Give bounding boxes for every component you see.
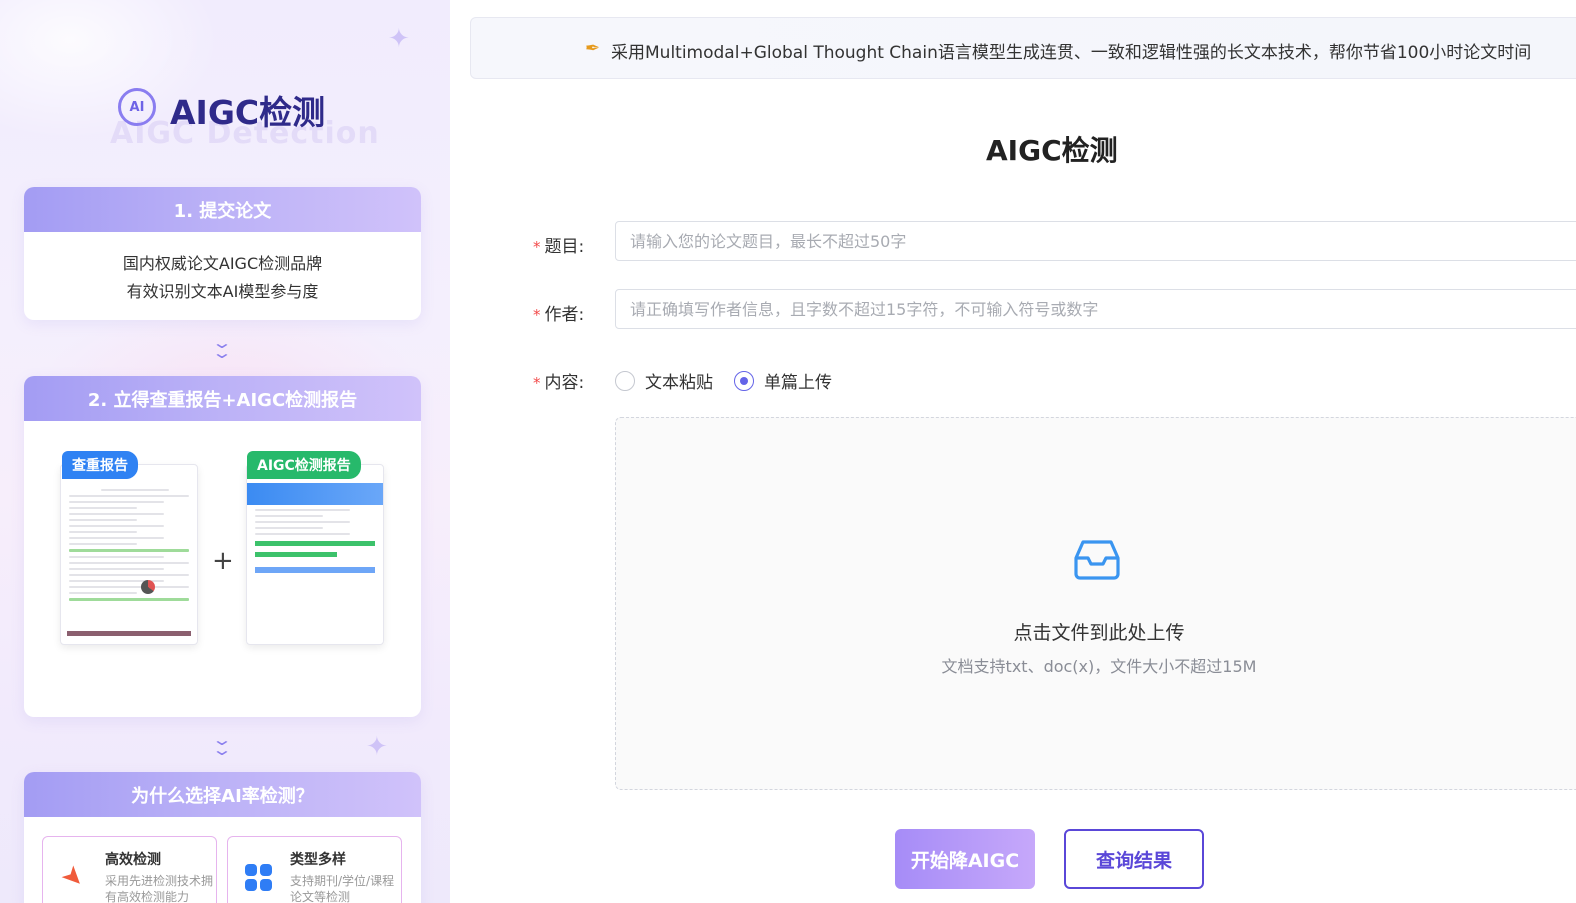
inbox-icon xyxy=(1074,540,1120,580)
step1-line2: 有效识别文本AI模型参与度 xyxy=(126,282,319,301)
left-promo-panel: ✦ ✦ AIGC Detection AI AIGC检测 1. 提交论文 国内权… xyxy=(0,0,450,903)
required-icon: * xyxy=(533,306,541,324)
feature-title: 类型多样 xyxy=(290,852,346,868)
step1-line1: 国内权威论文AIGC检测品牌 xyxy=(122,254,323,273)
upload-hint: 文档支持txt、doc(x)，文件大小不超过15M xyxy=(941,657,1257,676)
title-label: * 题目: xyxy=(533,237,585,257)
feature-title: 高效检测 xyxy=(105,852,161,868)
author-input[interactable] xyxy=(615,289,1576,329)
ai-logo-icon: AI xyxy=(118,88,156,126)
plus-icon: + xyxy=(212,546,234,576)
why-title: 为什么选择AI率检测？ xyxy=(24,772,421,817)
feature-efficient: ➤ 高效检测 采用先进检测技术拥有高效检测能力 xyxy=(42,836,217,903)
step1-title: 1. 提交论文 xyxy=(24,187,421,232)
feature-desc: 支持期刊/学位/课程论文等检测 xyxy=(290,874,395,903)
radio-text-paste[interactable]: 文本粘贴 xyxy=(615,368,713,393)
sparkle-icon: ✦ xyxy=(366,732,388,762)
title-input[interactable] xyxy=(615,221,1576,261)
page-title: AIGC检测 xyxy=(986,134,1118,167)
step2-title: 2. 立得查重报告+AIGC检测报告 xyxy=(24,376,421,421)
radio-single-upload[interactable]: 单篇上传 xyxy=(734,368,832,393)
feature-desc: 采用先进检测技术拥有高效检测能力 xyxy=(105,874,214,903)
rocket-icon: ➤ xyxy=(54,858,92,896)
upload-title: 点击文件到此处上传 xyxy=(1013,622,1185,644)
grid-icon xyxy=(242,861,274,893)
query-result-button[interactable]: 查询结果 xyxy=(1064,829,1204,889)
info-banner: ✒ 采用Multimodal+Global Thought Chain语言模型生… xyxy=(470,17,1576,79)
file-upload-dropzone[interactable]: 点击文件到此处上传 文档支持txt、doc(x)，文件大小不超过15M xyxy=(615,417,1576,790)
plagiarism-report-tag: 查重报告 xyxy=(62,451,138,479)
start-reduce-aigc-button[interactable]: 开始降AIGC xyxy=(895,829,1035,889)
required-icon: * xyxy=(533,238,541,256)
radio-label: 文本粘贴 xyxy=(645,373,713,393)
content-label: * 内容: xyxy=(533,373,585,393)
feature-variety: 类型多样 支持期刊/学位/课程论文等检测 xyxy=(227,836,402,903)
author-label: * 作者: xyxy=(533,305,585,325)
aigc-report-tag: AIGC检测报告 xyxy=(247,451,361,479)
radio-circle[interactable] xyxy=(615,370,635,391)
radio-circle[interactable] xyxy=(734,370,754,391)
sparkle-icon: ✦ xyxy=(388,24,410,54)
brand-title: AIGC检测 xyxy=(170,93,326,132)
pen-icon: ✒ xyxy=(585,38,601,59)
chevron-down-icon: ⌄ ⌄ xyxy=(211,730,233,759)
banner-text: 采用Multimodal+Global Thought Chain语言模型生成连… xyxy=(611,43,1532,63)
radio-label: 单篇上传 xyxy=(764,373,832,393)
plagiarism-report-preview xyxy=(60,464,198,645)
chevron-down-icon: ⌄ ⌄ xyxy=(211,333,233,362)
aigc-report-preview xyxy=(246,464,384,645)
required-icon: * xyxy=(533,374,541,392)
pie-chart-icon xyxy=(141,580,155,594)
step1-card: 1. 提交论文 国内权威论文AIGC检测品牌 有效识别文本AI模型参与度 xyxy=(24,187,421,320)
